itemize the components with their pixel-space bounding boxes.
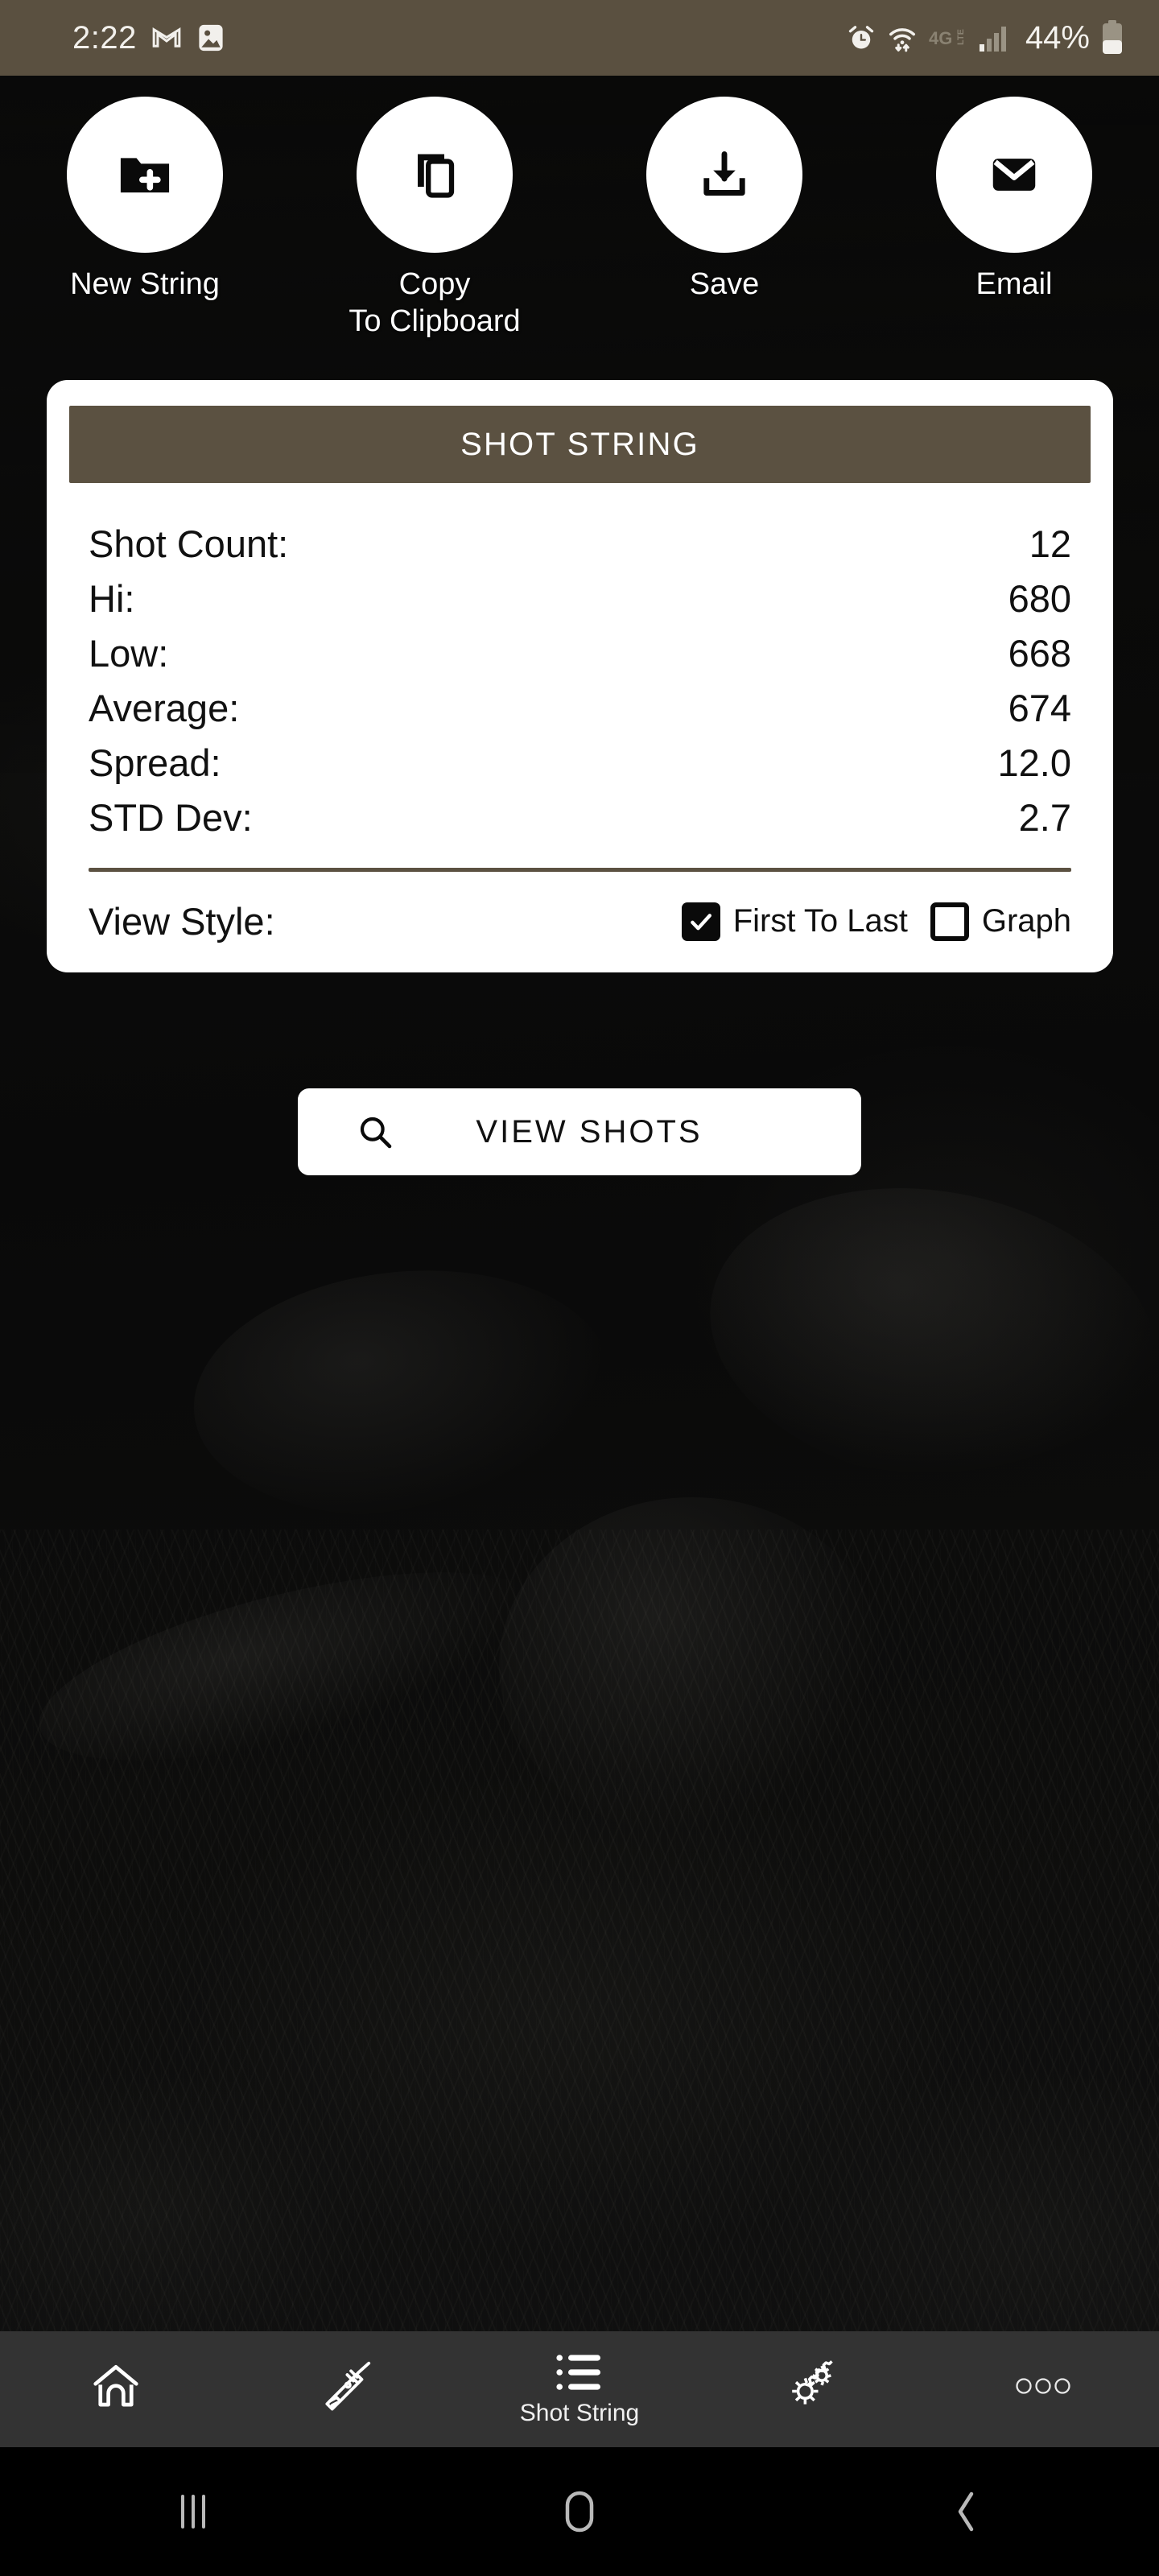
copy-to-clipboard-label: Copy To Clipboard (349, 266, 520, 340)
stat-value: 2.7 (1018, 796, 1071, 839)
svg-text:LTE: LTE (956, 29, 966, 45)
stat-row-shot-count: Shot Count: 12 (89, 517, 1071, 572)
graph-label: Graph (981, 903, 1071, 939)
stat-label: Spread: (89, 741, 221, 784)
new-string-button[interactable]: New String (0, 97, 290, 340)
stat-value: 12.0 (997, 741, 1071, 784)
stat-row-spread: Spread: 12.0 (89, 736, 1071, 791)
app-screen: 2:22 4G LTE 44% New String Copy To Clipb… (0, 0, 1159, 2576)
view-style-options: First To Last Graph (681, 902, 1071, 941)
nav-label-shot-string: Shot String (519, 2400, 640, 2426)
gallery-icon (196, 23, 225, 53)
nav-item-home[interactable] (0, 2331, 232, 2447)
save-button-circle[interactable] (646, 97, 802, 253)
save-label: Save (689, 267, 760, 301)
home-icon (89, 2359, 142, 2413)
gmail-icon (151, 23, 182, 53)
battery-percent: 44% (1025, 19, 1090, 56)
folder-plus-icon (114, 144, 175, 205)
copy-to-clipboard-button-circle[interactable] (357, 97, 513, 253)
check-icon (690, 913, 711, 930)
copy-label-line2: To Clipboard (349, 304, 521, 338)
card-header: SHOT STRING (69, 406, 1091, 483)
status-bar-right: 4G LTE 44% (847, 20, 1124, 56)
status-bar-left: 2:22 (72, 20, 225, 56)
stat-label: Average: (89, 687, 240, 729)
4g-lte-icon: 4G LTE (929, 24, 967, 52)
new-string-label: New String (70, 267, 220, 301)
stat-label: STD Dev: (89, 796, 253, 839)
stat-row-hi: Hi: 680 (89, 572, 1071, 626)
stat-label: Hi: (89, 577, 135, 620)
copy-label-line1: Copy (398, 267, 471, 301)
rifle-icon (320, 2358, 376, 2414)
quick-actions-row: New String Copy To Clipboard Save Email (0, 97, 1159, 340)
view-style-option-first-to-last[interactable]: First To Last (681, 902, 908, 941)
stat-row-std-dev: STD Dev: 2.7 (89, 791, 1071, 845)
first-to-last-label: First To Last (732, 903, 908, 939)
view-shots-label: VIEW SHOTS (476, 1113, 703, 1150)
alarm-icon (847, 23, 876, 52)
copy-icon (406, 146, 464, 204)
email-label: Email (975, 267, 1053, 301)
view-style-label: View Style: (89, 900, 275, 943)
background-grass-texture (0, 1530, 1159, 2447)
new-string-button-circle[interactable] (67, 97, 223, 253)
stat-value: 680 (1008, 577, 1071, 620)
nav-item-rifle[interactable] (232, 2331, 464, 2447)
back-icon (950, 2489, 982, 2534)
stats-list: Shot Count: 12 Hi: 680 Low: 668 Average:… (89, 517, 1071, 845)
nav-item-shot-string[interactable]: Shot String (464, 2331, 695, 2447)
bottom-navigation-bar: Shot String (0, 2331, 1159, 2447)
view-shots-button[interactable]: VIEW SHOTS (298, 1088, 861, 1175)
download-icon (695, 146, 753, 204)
recents-icon (175, 2490, 211, 2533)
stat-label: Shot Count: (89, 522, 289, 565)
envelope-icon (986, 147, 1042, 203)
email-button-circle[interactable] (936, 97, 1092, 253)
email-button[interactable]: Email (869, 97, 1159, 340)
gears-icon (784, 2359, 839, 2413)
graph-checkbox[interactable] (930, 902, 969, 941)
back-button[interactable] (885, 2447, 1046, 2576)
list-icon (555, 2351, 604, 2393)
battery-icon (1101, 20, 1124, 56)
card-divider (89, 868, 1071, 872)
nav-item-settings[interactable] (695, 2331, 927, 2447)
view-style-option-graph[interactable]: Graph (930, 902, 1071, 941)
home-circle-icon (563, 2489, 596, 2534)
home-button[interactable] (499, 2447, 660, 2576)
stat-label: Low: (89, 632, 169, 675)
svg-text:4G: 4G (929, 28, 952, 48)
stat-value: 674 (1008, 687, 1071, 729)
signal-icon (979, 23, 1009, 52)
recents-button[interactable] (113, 2447, 274, 2576)
wifi-icon (887, 23, 918, 53)
shot-string-card: SHOT STRING Shot Count: 12 Hi: 680 Low: … (47, 380, 1113, 972)
first-to-last-checkbox[interactable] (681, 902, 720, 941)
save-button[interactable]: Save (580, 97, 869, 340)
nav-item-more[interactable] (927, 2331, 1159, 2447)
view-style-row: View Style: First To Last Graph (89, 899, 1071, 943)
stat-value: 668 (1008, 632, 1071, 675)
more-icon (1014, 2372, 1072, 2400)
system-navigation-bar (0, 2447, 1159, 2576)
stat-row-low: Low: 668 (89, 626, 1071, 681)
stat-value: 12 (1029, 522, 1071, 565)
card-title: SHOT STRING (460, 426, 699, 462)
status-time: 2:22 (72, 19, 137, 56)
copy-to-clipboard-button[interactable]: Copy To Clipboard (290, 97, 580, 340)
status-bar: 2:22 4G LTE 44% (0, 0, 1159, 76)
stat-row-average: Average: 674 (89, 681, 1071, 736)
search-icon (356, 1113, 394, 1151)
